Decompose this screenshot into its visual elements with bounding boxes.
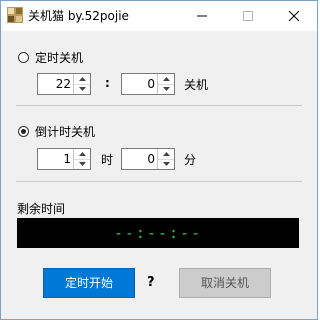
scheduled-shutdown-radio[interactable] [18,52,29,63]
scheduled-shutdown-suffix: 关机 [184,78,209,92]
minimize-button[interactable] [179,1,225,31]
start-timer-button[interactable]: 定时开始 [43,268,135,298]
scheduled-minute-down-arrow-icon[interactable] [158,84,174,94]
countdown-shutdown-label[interactable]: 倒计时关机 [35,123,95,140]
minutes-unit-label: 分 [184,153,197,167]
scheduled-shutdown-label[interactable]: 定时关机 [35,49,83,66]
cancel-shutdown-button: 取消关机 [179,268,271,298]
countdown-minutes-spinner[interactable]: 0 [121,148,175,170]
time-separator: : [105,76,110,90]
countdown-minutes-value[interactable]: 0 [147,152,155,166]
countdown-hours-spinner[interactable]: 1 [37,148,91,170]
close-button[interactable] [271,1,317,31]
window-title: 关机猫 by.52pojie [28,9,129,23]
scheduled-hour-down-arrow-icon[interactable] [74,84,90,94]
scheduled-minute-value[interactable]: 0 [147,77,155,91]
app-window: 关机猫 by.52pojie 定时关机 22 : 0 关机 倒计时关机 1 时 … [0,0,318,320]
hours-unit-label: 时 [101,153,114,167]
remaining-time-display: --:--:-- [17,218,299,248]
countdown-hours-value[interactable]: 1 [63,152,71,166]
scheduled-hour-spinner[interactable]: 22 [37,73,91,95]
section-divider [16,181,302,182]
help-button[interactable]: ? [147,275,155,290]
countdown-minutes-down-arrow-icon[interactable] [158,159,174,169]
countdown-shutdown-radio[interactable] [18,126,29,137]
scheduled-hour-value[interactable]: 22 [56,77,71,91]
countdown-hours-down-arrow-icon[interactable] [74,159,90,169]
scheduled-minute-spinner[interactable]: 0 [121,73,175,95]
remaining-time-value: --:--:-- [113,224,203,242]
cat-app-icon [7,7,23,23]
section-divider [16,105,302,106]
title-bar: 关机猫 by.52pojie [1,1,317,31]
maximize-button [225,1,271,31]
remaining-time-label: 剩余时间 [17,202,66,216]
